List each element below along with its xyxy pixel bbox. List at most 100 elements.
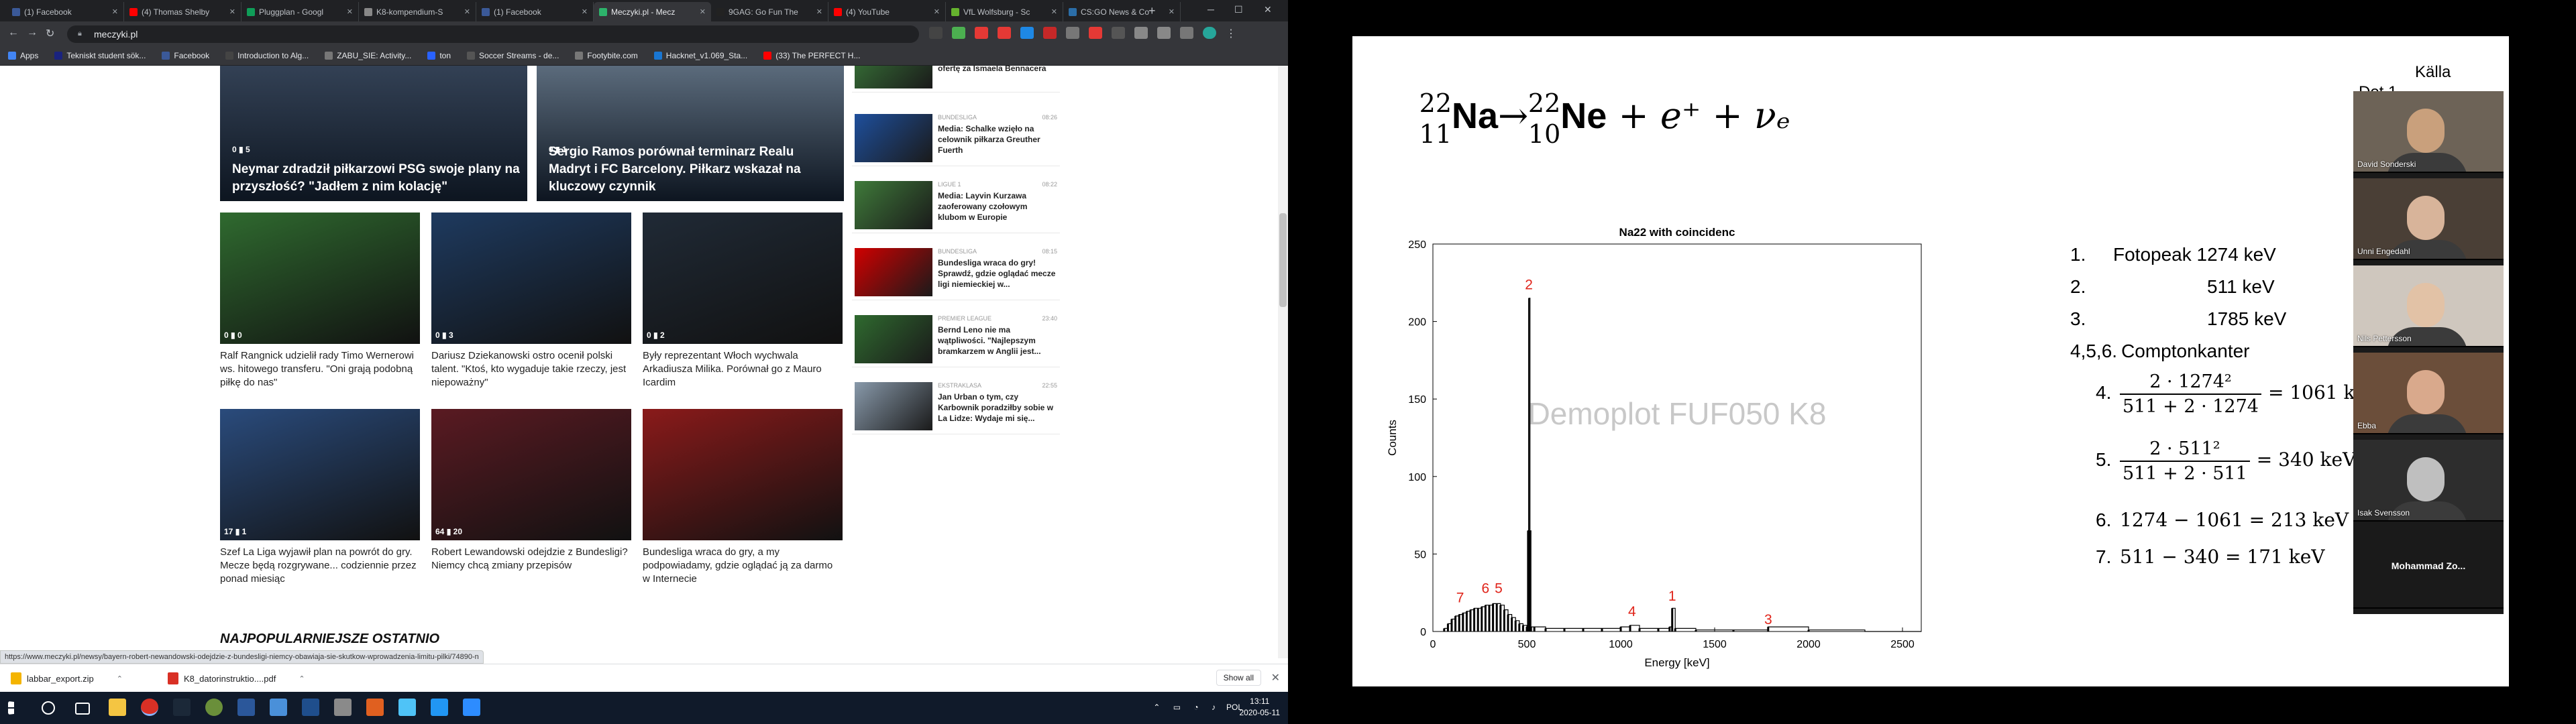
article-card[interactable]: Bundesliga wraca do gry, a my podpowiada… — [643, 409, 843, 586]
participant-video[interactable]: Nils Pettersson — [2353, 265, 2504, 347]
browser-tab[interactable]: Meczyki.pl - Mecz ✕ — [594, 2, 711, 21]
chevron-up-icon[interactable]: ⌃ — [117, 674, 123, 683]
scrollbar-thumb[interactable] — [1279, 213, 1287, 307]
menu-icon[interactable]: ⋮ — [1226, 27, 1239, 40]
browser-tab[interactable]: (4) Thomas Shelby ✕ — [124, 2, 241, 21]
extension-icon[interactable] — [1112, 27, 1125, 39]
sidebar-news-item[interactable]: ofertę za Ismaela Bennacera — [852, 66, 1060, 93]
bookmark-item[interactable]: ZABU_SIE: Activity... — [325, 51, 411, 60]
back-icon[interactable]: ← — [8, 27, 19, 39]
bookmark-item[interactable]: ton — [427, 51, 451, 60]
extension-icon[interactable] — [1157, 27, 1171, 39]
start-icon[interactable] — [8, 701, 14, 715]
sidebar-news-item[interactable]: Ekstraklasa 22:55 Jan Urban o tym, czy Kar… — [852, 374, 1060, 434]
participant-video[interactable]: Mohammad Zo... — [2353, 527, 2504, 609]
word-icon[interactable] — [237, 699, 255, 716]
participant-video[interactable]: David Sonderski — [2353, 91, 2504, 173]
extension-icon[interactable] — [1134, 27, 1148, 39]
app-icon[interactable] — [366, 699, 384, 716]
star-icon[interactable] — [929, 27, 943, 39]
browser-tab[interactable]: (1) Facebook ✕ — [476, 2, 594, 21]
sidebar-news-item[interactable]: Bundesliga 08:26 Media: Schalke wzięło na … — [852, 106, 1060, 166]
app-icon[interactable] — [398, 699, 416, 716]
extension-icon[interactable] — [1020, 27, 1034, 39]
show-all-button[interactable]: Show all — [1216, 670, 1261, 686]
bookmark-item[interactable]: Soccer Streams - de... — [467, 51, 559, 60]
close-tab-icon[interactable]: ✕ — [229, 7, 235, 16]
close-tab-icon[interactable]: ✕ — [1169, 7, 1175, 16]
close-tab-icon[interactable]: ✕ — [934, 7, 940, 16]
task-view-icon[interactable] — [75, 703, 90, 715]
chevron-up-icon[interactable]: ⌃ — [299, 674, 305, 683]
close-tab-icon[interactable]: ✕ — [1051, 7, 1057, 16]
close-tab-icon[interactable]: ✕ — [464, 7, 470, 16]
bookmark-item[interactable]: Introduction to Alg... — [225, 51, 309, 60]
clock[interactable]: 13:11 2020-05-11 — [1240, 696, 1281, 719]
participant-video[interactable]: Unni Engedahl — [2353, 178, 2504, 260]
reload-icon[interactable]: ↻ — [46, 27, 54, 40]
article-card[interactable]: 0 ▮ 2 Były reprezentant Włoch wychwala Ar… — [643, 213, 843, 389]
avatar[interactable] — [1203, 27, 1216, 39]
extension-icon[interactable] — [1180, 27, 1193, 39]
app-icon[interactable] — [431, 699, 448, 716]
close-tab-icon[interactable]: ✕ — [112, 7, 118, 16]
sidebar-news-item[interactable]: Ligue 1 08:22 Media: Layvin Kurzawa zaofer… — [852, 173, 1060, 233]
search-icon[interactable] — [42, 701, 55, 715]
article-card[interactable]: 17 ▮ 1 Szef La Liga wyjawił plan na powró… — [220, 409, 420, 586]
article-card[interactable]: 64 ▮ 20 Robert Lewandowski odejdzie z Bun… — [431, 409, 631, 572]
extension-icon[interactable] — [952, 27, 965, 39]
app-icon[interactable] — [270, 699, 287, 716]
maximize-icon[interactable]: ☐ — [1234, 4, 1243, 15]
browser-tab[interactable]: (1) Facebook ✕ — [7, 2, 124, 21]
address-bar[interactable]: 🔒︎ meczyki.pl — [67, 25, 919, 43]
browser-tab[interactable]: Pluggplan - Googl ✕ — [241, 2, 359, 21]
featured-article[interactable]: 0 ▮ 1 Sergio Ramos porównał terminarz Rea… — [537, 66, 844, 201]
browser-tab[interactable]: 9GAG: Go Fun The ✕ — [711, 2, 828, 21]
app-icon[interactable] — [334, 699, 352, 716]
file-explorer-icon[interactable] — [109, 699, 126, 716]
bookmark-item[interactable]: Tekniskt student sök... — [54, 51, 146, 60]
bookmark-item[interactable]: Facebook — [162, 51, 209, 60]
close-window-icon[interactable]: ✕ — [1264, 4, 1272, 15]
download-item[interactable]: labbar_export.zip ⌃ — [11, 670, 123, 687]
browser-tab[interactable]: VfL Wolfsburg - Sc ✕ — [946, 2, 1063, 21]
scrollbar[interactable] — [1278, 66, 1288, 658]
news-title: Bundesliga wraca do gry! Sprawdź, gdzie … — [938, 258, 1056, 289]
close-tab-icon[interactable]: ✕ — [347, 7, 353, 16]
browser-tab[interactable]: CS:GO News & Co ✕ — [1063, 2, 1181, 21]
download-item[interactable]: K8_datorinstruktio....pdf ⌃ — [168, 670, 305, 687]
extension-icon[interactable] — [1089, 27, 1102, 39]
article-card[interactable]: 0 ▮ 0 Ralf Rangnick udzielił rady Timo We… — [220, 213, 420, 389]
extension-icon[interactable] — [998, 27, 1011, 39]
matlab-icon[interactable] — [302, 699, 319, 716]
participant-video[interactable]: Isak Svensson — [2353, 440, 2504, 522]
extension-icon[interactable] — [1043, 27, 1057, 39]
sidebar-news-item[interactable]: Bundesliga 08:15 Bundesliga wraca do gry! … — [852, 240, 1060, 300]
participant-video[interactable]: Ebba — [2353, 353, 2504, 434]
featured-article[interactable]: 0 ▮ 5 Neymar zdradził piłkarzowi PSG swoj… — [220, 66, 527, 201]
minimize-icon[interactable]: ─ — [1208, 4, 1214, 15]
article-card[interactable]: 0 ▮ 3 Dariusz Dziekanowski ostro ocenił p… — [431, 213, 631, 389]
zoom-icon[interactable] — [463, 699, 480, 716]
tray-icons[interactable]: ⌃ ▭ ◔ ♪ — [1153, 703, 1221, 712]
bookmark-item[interactable]: Hacknet_v1.069_Sta... — [653, 51, 747, 60]
close-download-bar-icon[interactable]: ✕ — [1271, 671, 1280, 684]
close-tab-icon[interactable]: ✕ — [816, 7, 822, 16]
close-tab-icon[interactable]: ✕ — [582, 7, 588, 16]
forward-icon[interactable]: → — [27, 27, 38, 39]
new-tab-button[interactable]: + — [1148, 4, 1156, 18]
extension-icon[interactable] — [1066, 27, 1079, 39]
participant-name: Unni Engedahl — [2357, 247, 2410, 256]
chrome-icon[interactable] — [141, 699, 158, 716]
bookmark-item[interactable]: Footybite.com — [575, 51, 638, 60]
browser-tab[interactable]: (4) YouTube ✕ — [828, 2, 946, 21]
close-tab-icon[interactable]: ✕ — [700, 7, 706, 16]
bookmark-item[interactable]: Apps — [8, 51, 38, 60]
sidebar-news-item[interactable]: Premier League 23:40 Bernd Leno nie ma wąt… — [852, 307, 1060, 367]
browser-tab[interactable]: K8-kompendium-S ✕ — [359, 2, 476, 21]
bookmark-item[interactable]: (33) The PERFECT H... — [763, 51, 860, 60]
extension-icon[interactable] — [975, 27, 988, 39]
app-icon[interactable] — [205, 699, 223, 716]
tab-favicon-icon — [364, 7, 372, 16]
steam-icon[interactable] — [173, 699, 191, 716]
